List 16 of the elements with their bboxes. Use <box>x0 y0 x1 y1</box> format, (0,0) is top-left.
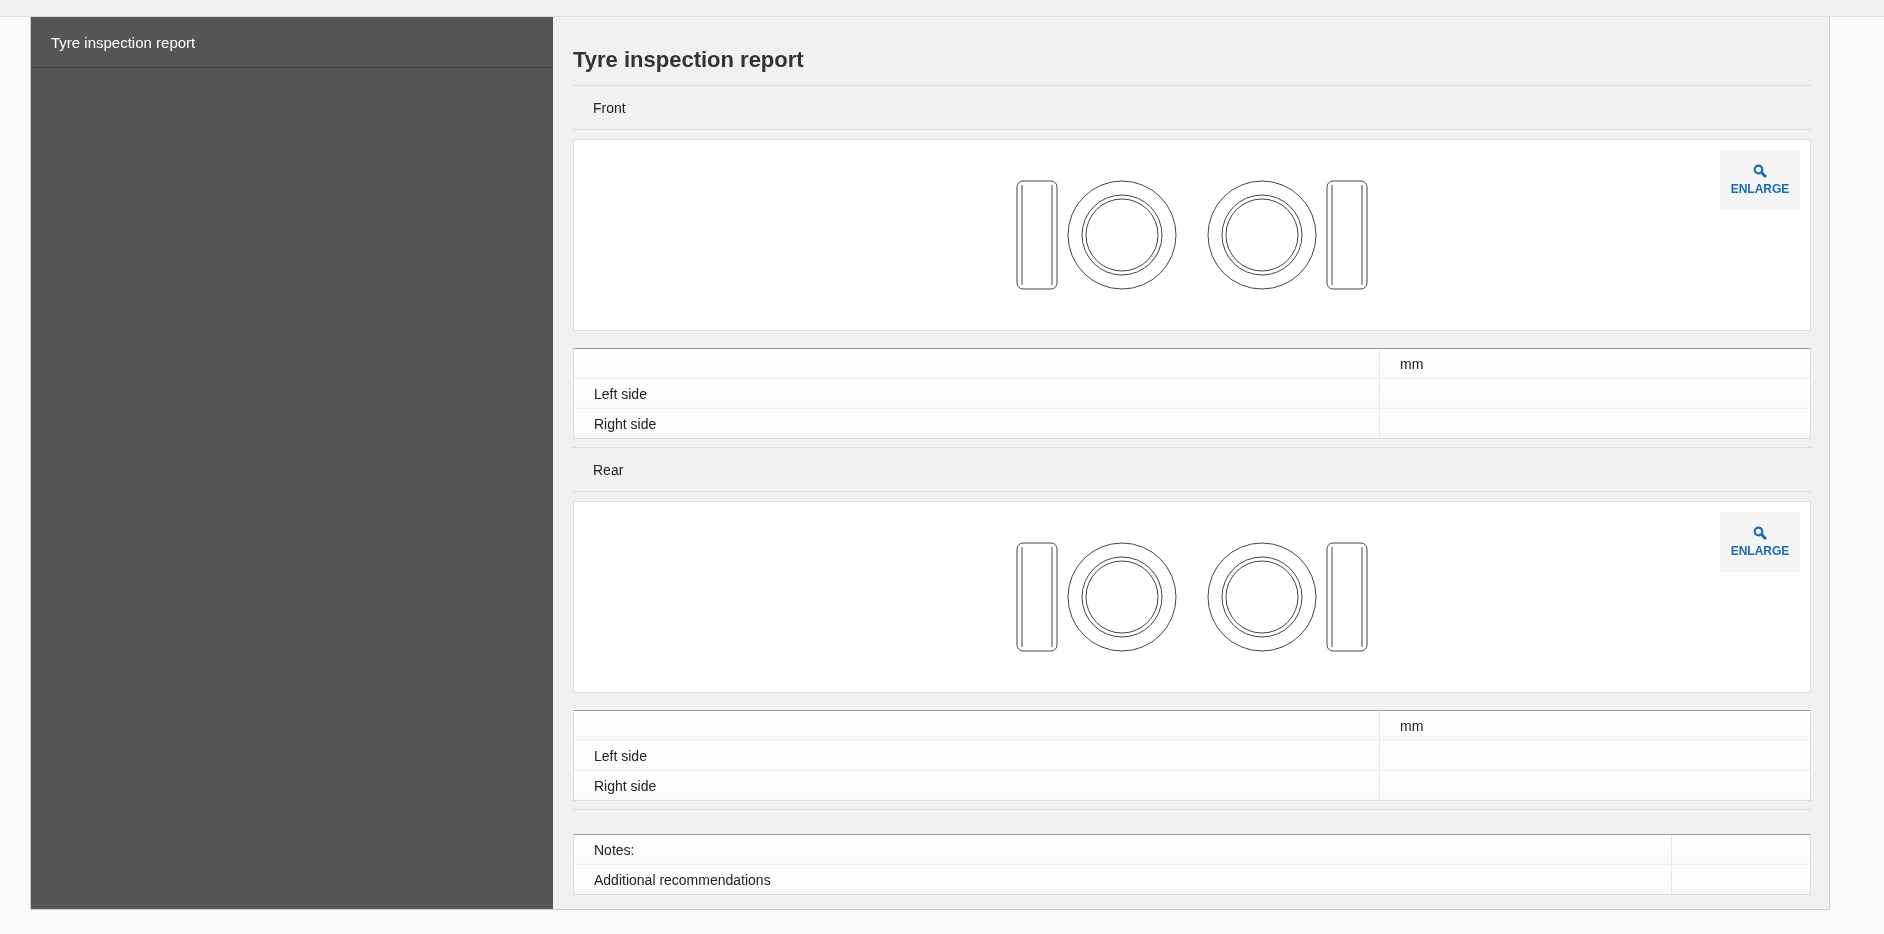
column-header: mm <box>1399 716 1425 736</box>
row-label: Right side <box>574 771 1380 800</box>
row-label: Right side <box>574 409 1380 438</box>
enlarge-button[interactable]: ENLARGE <box>1720 150 1800 210</box>
section-heading: Rear <box>573 448 1811 492</box>
row-label: Left side <box>574 379 1380 408</box>
enlarge-button[interactable]: ENLARGE <box>1720 512 1800 572</box>
sidebar-title[interactable]: Tyre inspection report <box>31 17 553 68</box>
page-title: Tyre inspection report <box>573 17 1811 86</box>
row-label: Additional recommendations <box>574 865 1672 894</box>
row-label: Notes: <box>574 835 1672 864</box>
section-heading: Front <box>573 86 1811 130</box>
search-icon <box>1753 526 1767 540</box>
search-icon <box>1753 164 1767 178</box>
row-label: Left side <box>574 741 1380 770</box>
column-header: mm <box>1399 354 1425 374</box>
